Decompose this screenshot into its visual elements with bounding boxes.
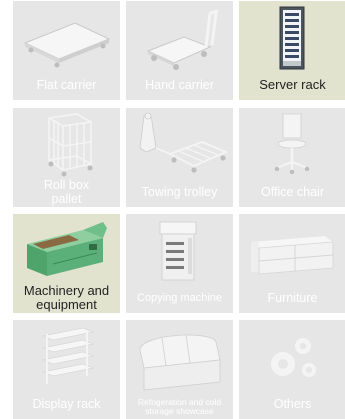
tile-label: Furniture xyxy=(267,291,318,305)
tile-copying-machine[interactable]: Copying machine xyxy=(126,214,233,313)
display-rack-icon xyxy=(41,327,95,384)
tile-label: Flat carrier xyxy=(36,78,97,92)
refrigeration-showcase-icon xyxy=(139,334,221,391)
towing-trolley-icon xyxy=(139,112,229,173)
copying-machine-icon xyxy=(159,221,197,281)
tile-roll-box-pallet[interactable]: Roll box pallet xyxy=(13,108,120,207)
tile-towing-trolley[interactable]: Towing trolley xyxy=(126,108,233,207)
flat-carrier-icon xyxy=(23,22,111,68)
tile-flat-carrier[interactable]: Flat carrier xyxy=(13,1,120,100)
tile-furniture[interactable]: Furniture xyxy=(239,214,345,313)
category-grid: Flat carrier Hand carrier Server rack Ro… xyxy=(0,0,345,419)
gears-icon xyxy=(271,338,316,377)
office-chair-icon xyxy=(274,113,310,175)
tile-display-rack[interactable]: Display rack xyxy=(13,320,120,419)
tile-office-chair[interactable]: Office chair xyxy=(239,108,345,207)
tile-hand-carrier[interactable]: Hand carrier xyxy=(126,1,233,100)
tile-others[interactable]: Others xyxy=(239,320,345,419)
tile-machinery[interactable]: Machinery and equipment xyxy=(13,214,120,313)
tile-label: Refrigeration and cold storage showcase xyxy=(137,397,222,416)
tile-label: Copying machine xyxy=(137,292,222,304)
tile-label: Roll box pallet xyxy=(43,178,90,206)
tile-refrigeration-showcase[interactable]: Refrigeration and cold storage showcase xyxy=(126,320,233,419)
hand-carrier-icon xyxy=(146,9,219,70)
tile-label: Machinery and equipment xyxy=(23,283,110,312)
tile-label: Others xyxy=(273,397,312,411)
roll-box-pallet-icon xyxy=(46,113,94,177)
server-rack-icon xyxy=(279,6,305,70)
tile-label: Display rack xyxy=(32,397,101,411)
tile-label: Hand carrier xyxy=(145,78,214,92)
tile-label: Office chair xyxy=(261,185,324,199)
furniture-icon xyxy=(251,236,334,275)
tile-label: Towing trolley xyxy=(141,185,218,199)
tile-label: Server rack xyxy=(259,77,326,92)
tile-server-rack[interactable]: Server rack xyxy=(239,1,345,100)
machinery-icon xyxy=(27,222,107,276)
